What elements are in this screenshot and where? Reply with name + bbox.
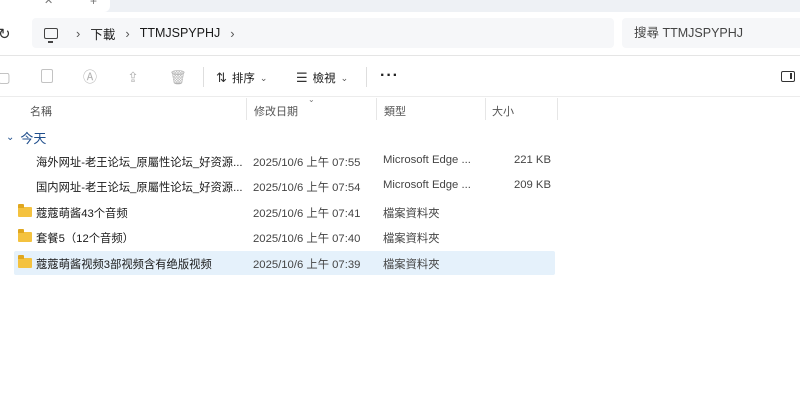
file-date: 2025/10/6 上午 07:54: [253, 182, 361, 194]
file-row[interactable]: 蔻蔻萌酱43个音频 2025/10/6 上午 07:41 檔案資料夾: [14, 200, 555, 224]
folder-icon-shape: [18, 255, 32, 268]
edge-icon: [18, 179, 33, 193]
file-type: Microsoft Edge ...: [383, 179, 471, 191]
file-size: 209 KB: [513, 179, 551, 191]
column-type[interactable]: 類型: [384, 103, 406, 119]
details-pane-icon[interactable]: [781, 71, 795, 82]
file-date: 2025/10/6 上午 07:39: [253, 259, 361, 271]
file-name: 海外网址-老王论坛_原屬性论坛_好资源...: [36, 157, 243, 169]
file-type: 檔案資料夾: [383, 259, 440, 271]
column-divider[interactable]: [557, 98, 558, 120]
view-button[interactable]: ☰ 檢視 ⌄: [296, 68, 348, 88]
folder-icon: [18, 229, 33, 244]
tab-strip: ✕ +: [0, 0, 800, 12]
new-tab-icon[interactable]: +: [90, 0, 97, 8]
refresh-icon[interactable]: ↻: [0, 25, 11, 43]
file-size: 221 KB: [513, 154, 551, 166]
column-date[interactable]: 修改日期: [254, 103, 298, 119]
breadcrumb-current-folder[interactable]: TTMJSPYPHJ: [140, 26, 221, 40]
more-options-button[interactable]: ···: [380, 67, 399, 85]
file-name: 国内网址-老王论坛_原屬性论坛_好资源...: [36, 182, 243, 194]
column-divider[interactable]: [376, 98, 377, 120]
chevron-down-icon: ⌄: [259, 72, 268, 83]
file-type: 檔案資料夾: [383, 208, 440, 220]
toolbar-divider: [366, 67, 367, 87]
file-row[interactable]: 蔻蔻萌酱视频3部视频含有绝版视频 2025/10/6 上午 07:39 檔案資料夾: [14, 251, 555, 275]
breadcrumb-downloads[interactable]: 下載: [90, 24, 115, 43]
this-pc-icon[interactable]: [44, 27, 58, 43]
breadcrumb[interactable]: › 下載 › TTMJSPYPHJ ›: [32, 18, 614, 48]
column-size[interactable]: 大小: [492, 103, 514, 119]
rename-icon[interactable]: Ⓐ: [82, 69, 98, 85]
sort-label: 排序: [231, 73, 255, 85]
file-row[interactable]: 海外网址-老王论坛_原屬性论坛_好资源... 2025/10/6 上午 07:55…: [14, 149, 555, 173]
file-row[interactable]: 国内网址-老王论坛_原屬性论坛_好资源... 2025/10/6 上午 07:54…: [14, 174, 555, 198]
column-header: 名稱 ⌄ 修改日期 類型 大小: [0, 95, 560, 120]
file-row[interactable]: 套餐5（12个音频） 2025/10/6 上午 07:40 檔案資料夾: [14, 225, 555, 249]
file-name: 蔻蔻萌酱视频3部视频含有绝版视频: [36, 259, 212, 271]
delete-icon[interactable]: 🗑: [169, 69, 187, 85]
folder-icon: [18, 255, 33, 270]
column-divider[interactable]: [246, 98, 247, 120]
group-header-today[interactable]: ⌄ 今天: [6, 128, 46, 147]
file-date: 2025/10/6 上午 07:41: [253, 208, 361, 220]
column-name[interactable]: 名稱: [30, 103, 52, 119]
file-type: 檔案資料夾: [383, 233, 440, 245]
chevron-right-icon: ›: [125, 25, 130, 41]
close-icon[interactable]: ✕: [44, 0, 53, 7]
search-input[interactable]: 搜尋 TTMJSPYPHJ: [622, 18, 800, 48]
chevron-right-icon: ›: [76, 25, 81, 41]
sort-caret-icon: ⌄: [308, 95, 315, 104]
new-item-icon[interactable]: ▢: [0, 69, 12, 85]
folder-icon-shape: [18, 229, 32, 242]
chevron-right-icon[interactable]: ›: [230, 26, 234, 41]
chevron-down-icon: ⌄: [340, 72, 349, 83]
group-label: 今天: [20, 131, 47, 146]
folder-icon-shape: [18, 204, 32, 217]
file-date: 2025/10/6 上午 07:40: [253, 233, 361, 245]
file-date: 2025/10/6 上午 07:55: [253, 157, 361, 169]
folder-icon: [18, 204, 33, 219]
sort-icon: ⇅: [216, 70, 227, 85]
command-bar: ▢ Ⓐ ⇪ 🗑 ⇅ 排序 ⌄ ☰ 檢視 ⌄ ···: [0, 57, 800, 97]
file-name: 蔻蔻萌酱43个音频: [36, 208, 128, 220]
edge-icon: [18, 154, 33, 168]
column-divider[interactable]: [485, 98, 486, 120]
share-icon[interactable]: ⇪: [125, 69, 141, 85]
address-bar: ↻ › 下載 › TTMJSPYPHJ › 搜尋 TTMJSPYPHJ: [0, 12, 800, 56]
sort-button[interactable]: ⇅ 排序 ⌄: [216, 68, 267, 88]
copy-icon[interactable]: [41, 69, 53, 83]
file-type: Microsoft Edge ...: [383, 154, 471, 166]
view-icon: ☰: [296, 70, 308, 85]
chevron-down-icon: ⌄: [6, 132, 15, 143]
file-name: 套餐5（12个音频）: [36, 233, 134, 245]
view-label: 檢視: [312, 73, 336, 85]
toolbar-divider: [203, 67, 204, 87]
